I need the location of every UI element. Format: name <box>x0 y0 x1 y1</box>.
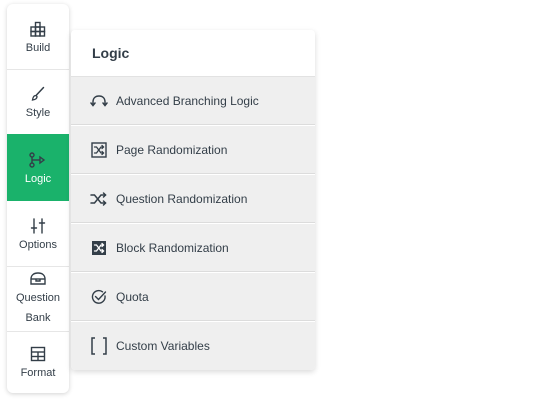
rail-label-line: Question <box>15 292 61 304</box>
menu-item-label: Custom Variables <box>116 339 210 353</box>
menu-item-label: Page Randomization <box>116 142 228 157</box>
rail-label-format: Format <box>20 367 56 379</box>
rail-label-style: Style <box>25 107 51 119</box>
rail-label-logic: Logic <box>24 172 52 185</box>
panel-title: Logic <box>92 45 130 61</box>
menu-item-label: Question Randomization <box>116 191 248 206</box>
menu-item-label: Advanced Branching Logic <box>116 93 259 108</box>
check-circle-icon <box>90 288 108 306</box>
menu-item-advanced-branching-logic[interactable]: Advanced Branching Logic <box>71 77 315 125</box>
shuffle-icon <box>90 190 108 208</box>
menu-item-question-randomization[interactable]: Question Randomization <box>71 175 315 223</box>
rail-label-build: Build <box>25 41 51 54</box>
rail-item-style[interactable]: Style <box>7 70 69 134</box>
page-shuffle-icon <box>90 141 108 159</box>
rail-item-question-bank[interactable]: Question Bank <box>7 267 69 331</box>
menu-item-label: Block Randomization <box>116 240 229 255</box>
branch-icon <box>28 151 48 169</box>
menu-item-custom-variables[interactable]: Custom Variables <box>71 322 315 370</box>
menu-item-page-randomization[interactable]: Page Randomization <box>71 126 315 174</box>
rail-item-build[interactable]: Build <box>7 4 69 69</box>
rail-label-line: Bank <box>25 312 51 324</box>
brush-icon <box>28 85 48 103</box>
brackets-icon <box>90 337 108 355</box>
logic-panel: Logic Advanced Branching Logic Page Rand… <box>71 30 315 370</box>
rail-label-options: Options <box>19 239 57 251</box>
rail-item-format[interactable]: Format <box>7 332 69 392</box>
table-icon <box>28 345 48 363</box>
block-shuffle-icon <box>90 239 108 257</box>
rail-item-logic[interactable]: Logic <box>7 134 69 201</box>
question-bank-icon <box>28 270 48 288</box>
rail-item-options[interactable]: Options <box>7 202 69 266</box>
side-navigation-rail: Build Style Logic Options Question Bank … <box>7 4 69 393</box>
branching-arrows-icon <box>90 92 108 110</box>
sliders-icon <box>28 217 48 235</box>
rail-label-question-bank: Question Bank <box>16 288 60 328</box>
menu-item-block-randomization[interactable]: Block Randomization <box>71 224 315 272</box>
menu-item-label: Quota <box>116 289 149 304</box>
build-grid-icon <box>28 20 48 38</box>
menu-item-quota[interactable]: Quota <box>71 273 315 321</box>
